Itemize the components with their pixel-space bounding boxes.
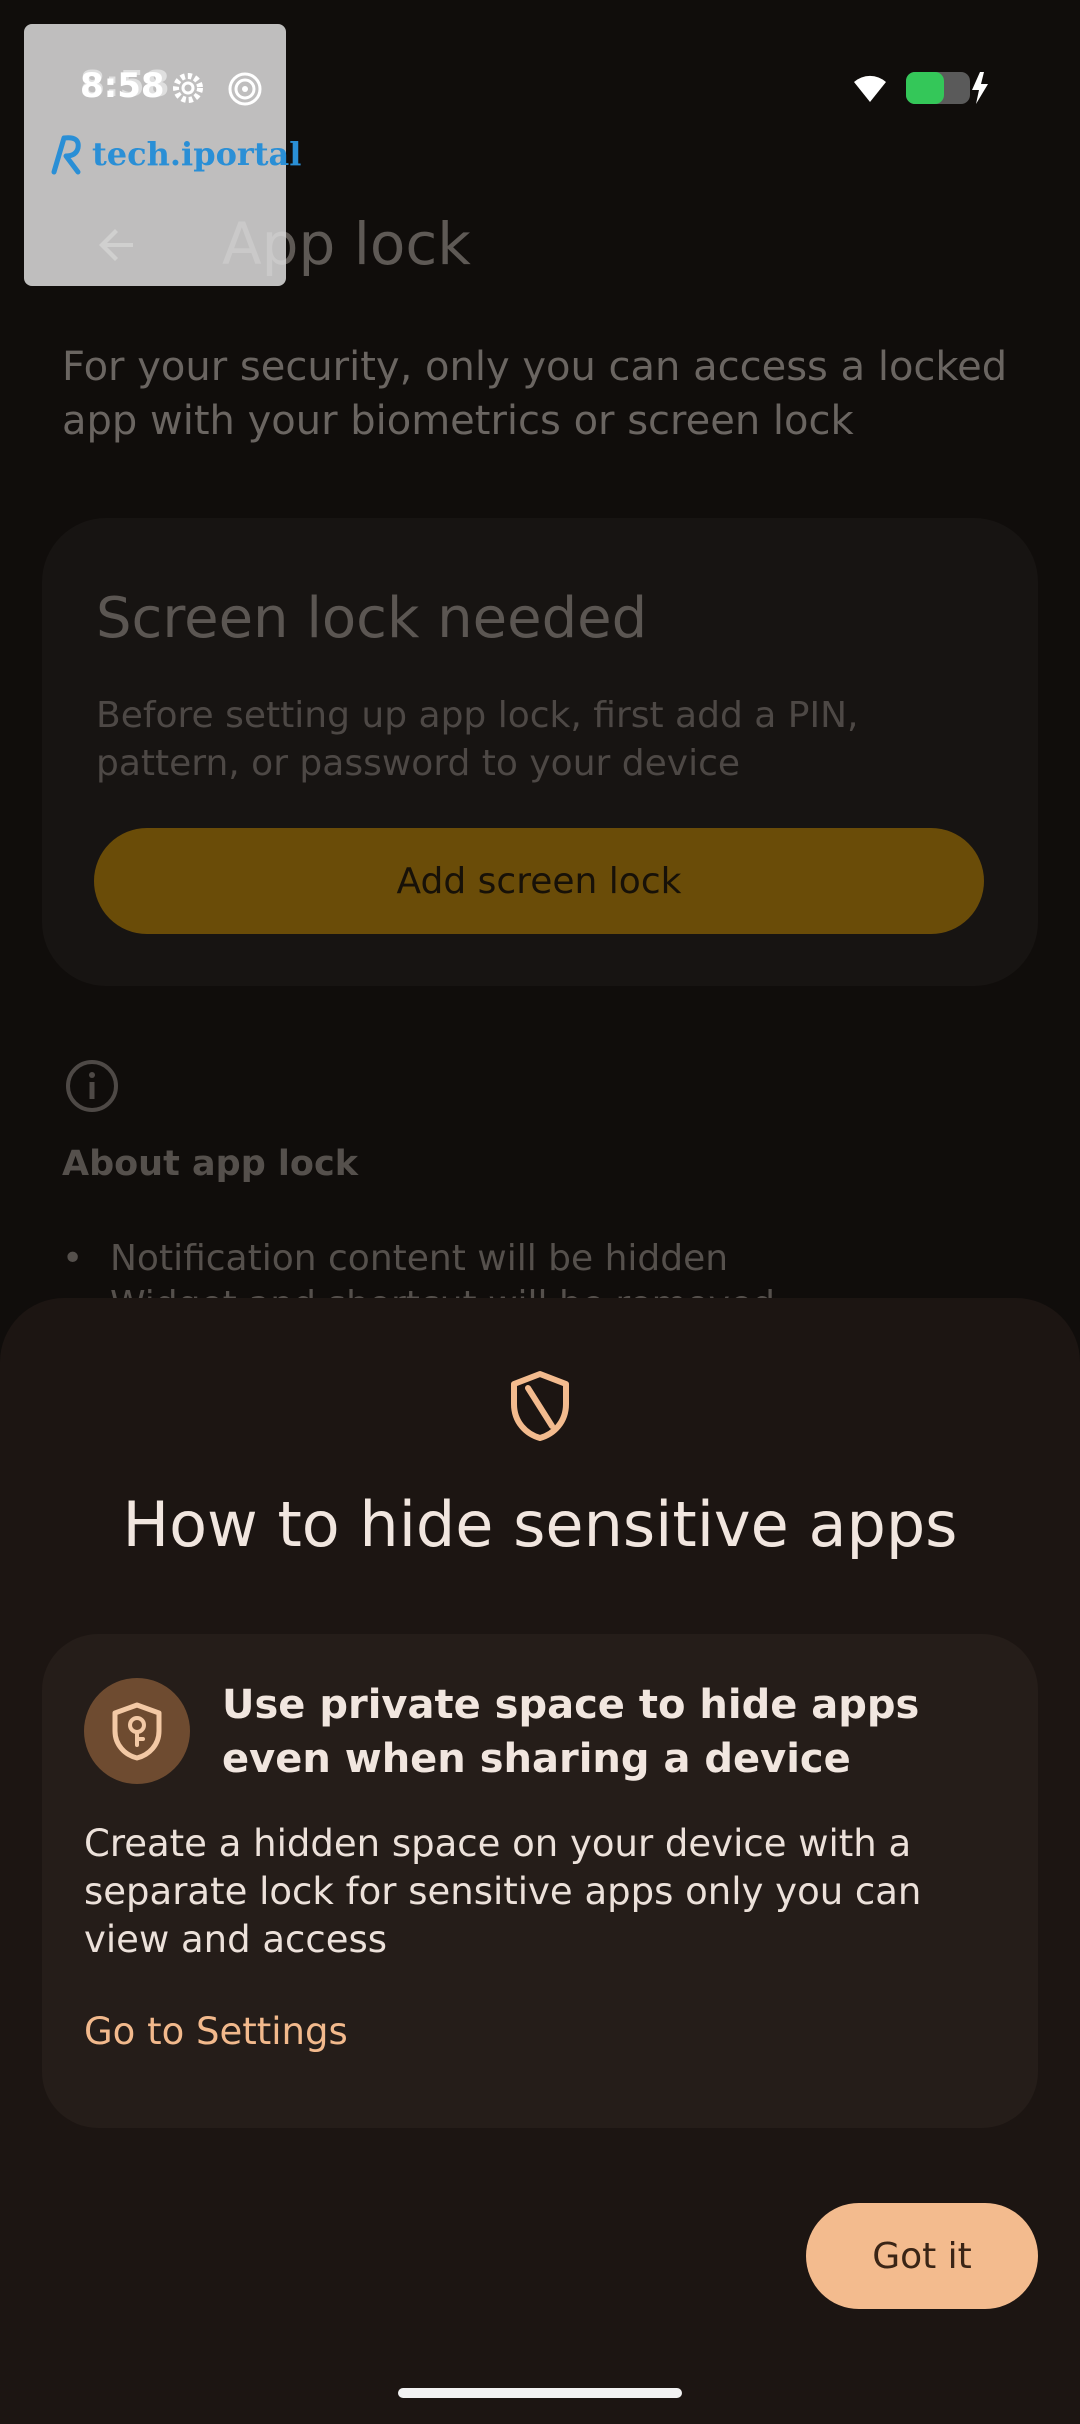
info-icon [66,1060,118,1112]
add-screen-lock-button[interactable]: Add screen lock [94,828,984,934]
about-bullet: • Notification content will be hidden [62,1238,729,1279]
watermark-logo-text: tech.iportal [92,135,302,173]
spiral-icon [228,72,262,106]
about-app-lock-title: About app lock [62,1144,358,1184]
key-shield-icon-badge [84,1678,190,1784]
shield-icon [511,1371,569,1441]
got-it-button[interactable]: Got it [806,2203,1038,2309]
watermark-overlay: 8:58 tech.iportal [24,24,301,286]
private-space-card: Use private space to hide apps even when… [42,1634,1038,2128]
screen-lock-card-text: Before setting up app lock, first add a … [96,695,859,784]
private-space-title: Use private space to hide apps even when… [222,1682,920,1782]
hide-apps-bottom-sheet: How to hide sensitive apps Use private s… [0,1298,1080,2424]
overlay-time: 8:58 [80,66,165,106]
key-shield-icon [112,1702,162,1761]
go-to-settings-link[interactable]: Go to Settings [84,2010,348,2053]
gear-icon [173,73,203,103]
private-space-description: Create a hidden space on your device wit… [84,1822,922,1961]
about-bullet-text: Notification content will be hidden [110,1238,729,1279]
page-description: For your security, only you can access a… [62,344,1008,444]
screen-lock-card: Screen lock needed Before setting up app… [42,518,1038,986]
wifi-icon [854,75,886,102]
logo-mark-icon [51,135,81,175]
watermark-logo: tech.iportal [44,132,301,176]
sheet-title: How to hide sensitive apps [122,1488,958,1561]
battery-charging-icon [906,72,988,104]
gesture-nav-handle[interactable] [398,2388,682,2398]
screen-lock-card-title: Screen lock needed [96,586,648,651]
screen: 8:58 App lock For your security, only yo… [0,0,1080,2424]
